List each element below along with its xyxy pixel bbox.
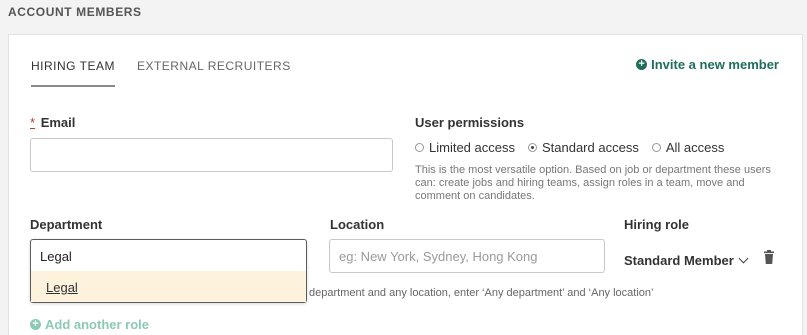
department-label: Department bbox=[30, 217, 103, 232]
plus-circle-icon: + bbox=[636, 59, 648, 70]
location-label: Location bbox=[330, 217, 385, 232]
location-input[interactable] bbox=[329, 239, 605, 273]
account-members-card: HIRING TEAM EXTERNAL RECRUITERS + Invite… bbox=[8, 34, 803, 335]
hint-text: department and any location, enter ‘Any … bbox=[309, 287, 654, 299]
email-field[interactable] bbox=[30, 138, 393, 172]
tab-hiring-team[interactable]: HIRING TEAM bbox=[31, 59, 115, 87]
radio-limited-access[interactable]: Limited access bbox=[415, 140, 515, 155]
radio-circle-checked bbox=[527, 143, 537, 152]
radio-label: All access bbox=[665, 140, 725, 155]
radio-circle bbox=[415, 143, 424, 152]
tab-bar: HIRING TEAM EXTERNAL RECRUITERS bbox=[31, 59, 313, 87]
required-marker: * bbox=[30, 115, 36, 130]
hiring-role-value: Standard Member bbox=[624, 253, 734, 268]
department-option-label: Legal bbox=[46, 280, 78, 295]
department-value: Legal bbox=[40, 249, 72, 264]
hiring-role-dropdown[interactable]: Standard Member bbox=[624, 253, 749, 268]
section-title: ACCOUNT MEMBERS bbox=[8, 5, 142, 19]
radio-label: Limited access bbox=[429, 140, 515, 155]
department-select[interactable]: Legal Legal bbox=[30, 239, 307, 303]
invite-member-label: Invite a new member bbox=[651, 57, 779, 72]
radio-label: Standard access bbox=[541, 140, 639, 155]
permissions-label: User permissions bbox=[415, 115, 525, 130]
trash-icon[interactable] bbox=[763, 250, 775, 264]
tab-external-recruiters[interactable]: EXTERNAL RECRUITERS bbox=[137, 59, 291, 87]
plus-circle-icon: + bbox=[30, 319, 41, 330]
permissions-radio-group: Limited access Standard access All acces… bbox=[415, 140, 737, 155]
radio-standard-access[interactable]: Standard access bbox=[527, 140, 639, 155]
email-label-text: Email bbox=[40, 115, 76, 130]
department-option-legal[interactable]: Legal bbox=[31, 271, 306, 302]
radio-all-access[interactable]: All access bbox=[651, 140, 725, 155]
chevron-down-icon bbox=[738, 253, 749, 264]
email-label: * Email bbox=[30, 115, 75, 130]
invite-member-link[interactable]: + Invite a new member bbox=[636, 57, 779, 72]
permissions-help-text: This is the most versatile option. Based… bbox=[415, 164, 771, 202]
hiring-role-label: Hiring role bbox=[624, 217, 690, 232]
radio-circle bbox=[651, 143, 661, 152]
